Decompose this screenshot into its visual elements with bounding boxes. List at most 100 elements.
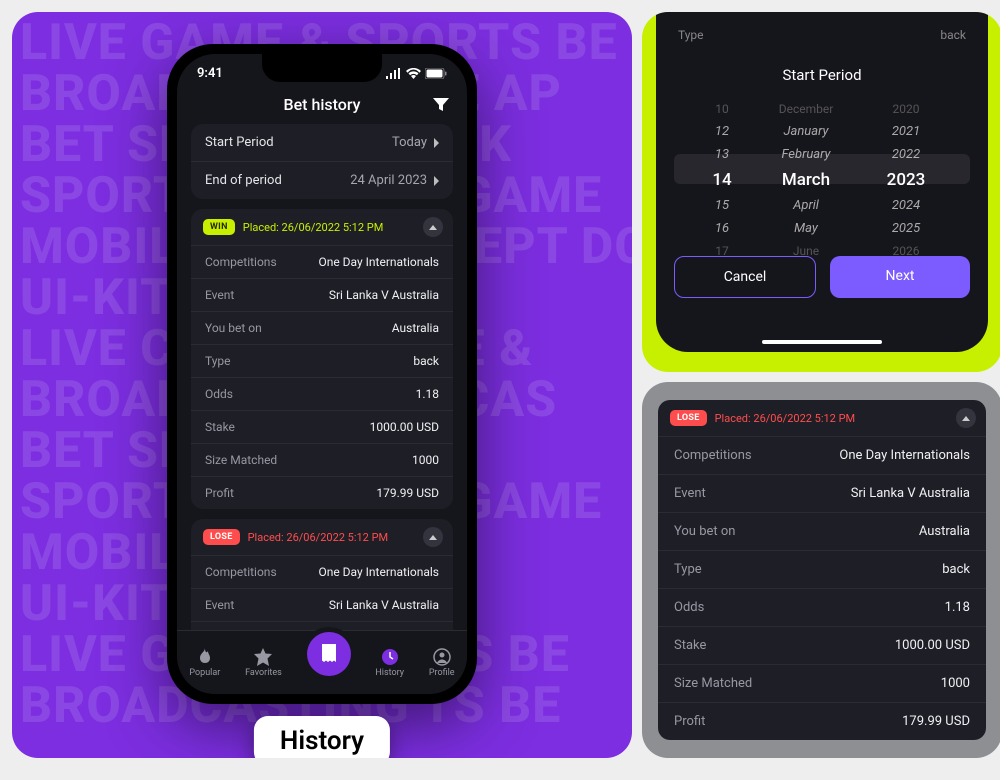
detail-key: Odds (674, 600, 704, 615)
detail-value: 179.99 USD (902, 714, 970, 729)
picker-back-label: back (940, 28, 966, 42)
placed-timestamp: Placed: 26/06/2022 5:12 PM (715, 412, 856, 425)
detail-key: Type (205, 354, 231, 368)
nav-history[interactable]: History (375, 648, 404, 678)
nav-profile-label: Profile (429, 668, 455, 678)
detail-key: Competitions (205, 255, 277, 269)
lose-card-panel: LOSE Placed: 26/06/2022 5:12 PM Competit… (642, 382, 1000, 758)
phone-notch (262, 54, 382, 82)
nav-profile[interactable]: Profile (429, 648, 455, 678)
nav-center-button[interactable] (307, 632, 351, 676)
chevron-up-icon (429, 225, 437, 230)
bet-detail-row: Typeback (191, 344, 453, 377)
placed-timestamp: Placed: 26/06/2022 5:12 PM (248, 531, 389, 544)
end-period-value: 24 April 2023 (350, 173, 427, 188)
period-selector: Start Period Today End of period 24 Apri… (191, 124, 453, 199)
nav-popular-label: Popular (189, 668, 220, 678)
end-period-row[interactable]: End of period 24 April 2023 (191, 161, 453, 199)
end-period-label: End of period (205, 173, 282, 188)
phone-mockup: 9:41 Bet history (167, 44, 477, 704)
bet-card-win: WINPlaced: 26/06/2022 5:12 PMCompetition… (191, 209, 453, 509)
detail-key: Event (205, 288, 234, 302)
clock-icon (381, 648, 399, 666)
bet-card-lose: LOSE Placed: 26/06/2022 5:12 PM Competit… (658, 400, 986, 740)
wheel-selection-bar (674, 154, 970, 184)
bet-detail-row: Type back (658, 550, 986, 588)
content-scroll[interactable]: Start Period Today End of period 24 Apri… (177, 124, 467, 644)
flame-icon (196, 648, 214, 666)
filter-icon[interactable] (433, 98, 449, 112)
bet-detail-row: You bet on Australia (191, 311, 453, 344)
detail-value: Sri Lanka V Australia (329, 288, 439, 302)
bet-detail-row: Stake1000.00 USD (658, 626, 986, 664)
cancel-button[interactable]: Cancel (674, 256, 816, 298)
detail-value: Sri Lanka V Australia (851, 486, 970, 501)
detail-key: Size Matched (205, 453, 277, 467)
collapse-button[interactable] (423, 527, 443, 547)
chevron-up-icon (962, 416, 970, 421)
bet-detail-row: Competitions One Day Internationals (191, 555, 453, 588)
detail-value: 1000 (412, 453, 439, 467)
detail-value: Sri Lanka V Australia (329, 598, 439, 612)
detail-key: Type (674, 562, 702, 577)
detail-value: Australia (392, 321, 439, 335)
picker-type-label: Type (678, 28, 704, 42)
detail-key: Competitions (205, 565, 277, 579)
history-callout-pill: History (254, 716, 390, 758)
detail-key: You bet on (674, 524, 735, 539)
status-badge: LOSE (670, 410, 707, 426)
start-period-label: Start Period (205, 135, 274, 150)
detail-key: Event (674, 486, 706, 501)
date-wheel[interactable]: 10 12 13 14 15 16 17 December January Fe… (674, 98, 970, 238)
screen-header: Bet history (177, 81, 467, 124)
nav-favorites[interactable]: Favorites (245, 648, 282, 678)
detail-key: You bet on (205, 321, 262, 335)
signal-icon (386, 68, 402, 79)
detail-key: Competitions (674, 448, 752, 463)
page-title: Bet history (283, 95, 360, 114)
bottom-nav: Popular Favorites History (177, 630, 467, 694)
placed-timestamp: Placed: 26/06/2022 5:12 PM (243, 221, 384, 234)
start-period-row[interactable]: Start Period Today (191, 124, 453, 161)
nav-popular[interactable]: Popular (189, 648, 220, 678)
collapse-button[interactable] (423, 217, 443, 237)
detail-value: Australia (919, 524, 970, 539)
chevron-right-icon (433, 176, 439, 186)
bet-card-header[interactable]: LOSEPlaced: 26/06/2022 5:12 PM (191, 519, 453, 555)
detail-key: Profit (205, 486, 234, 500)
bet-card-header[interactable]: LOSE Placed: 26/06/2022 5:12 PM (658, 400, 986, 436)
detail-key: Profit (674, 714, 705, 729)
bet-detail-row: Profit 179.99 USD (658, 702, 986, 740)
bet-detail-row: CompetitionsOne Day Internationals (191, 245, 453, 278)
collapse-button[interactable] (956, 408, 976, 428)
bet-detail-row: Stake 1000.00 USD (191, 410, 453, 443)
detail-value: 1000 (941, 676, 970, 691)
date-picker-panel: Type back Start Period 10 12 13 14 15 16… (642, 12, 1000, 372)
bet-detail-row: Competitions One Day Internationals (658, 436, 986, 474)
detail-value: 1.18 (416, 387, 439, 401)
wifi-icon (406, 68, 421, 79)
detail-value: back (942, 562, 970, 577)
status-time: 9:41 (197, 66, 223, 81)
bet-detail-row: Size Matched 1000 (191, 443, 453, 476)
start-period-value: Today (392, 135, 427, 150)
detail-key: Event (205, 598, 234, 612)
detail-value: 1.18 (945, 600, 970, 615)
date-picker-sheet: Type back Start Period 10 12 13 14 15 16… (656, 12, 988, 352)
detail-value: 1000.00 USD (370, 420, 439, 434)
battery-icon (425, 68, 447, 79)
detail-key: Odds (205, 387, 233, 401)
bet-card-header[interactable]: WINPlaced: 26/06/2022 5:12 PM (191, 209, 453, 245)
detail-key: Stake (205, 420, 235, 434)
bet-detail-row: Size Matched 1000 (658, 664, 986, 702)
status-icons (386, 68, 447, 79)
detail-value: One Day Internationals (318, 565, 439, 579)
bet-card-lose: LOSEPlaced: 26/06/2022 5:12 PMCompetitio… (191, 519, 453, 644)
bet-detail-row: Event Sri Lanka V Australia (191, 278, 453, 311)
home-indicator (762, 340, 882, 344)
star-icon (254, 648, 272, 666)
nav-history-label: History (375, 668, 404, 678)
next-button[interactable]: Next (830, 256, 970, 298)
detail-key: Size Matched (674, 676, 752, 691)
detail-value: One Day Internationals (839, 448, 970, 463)
